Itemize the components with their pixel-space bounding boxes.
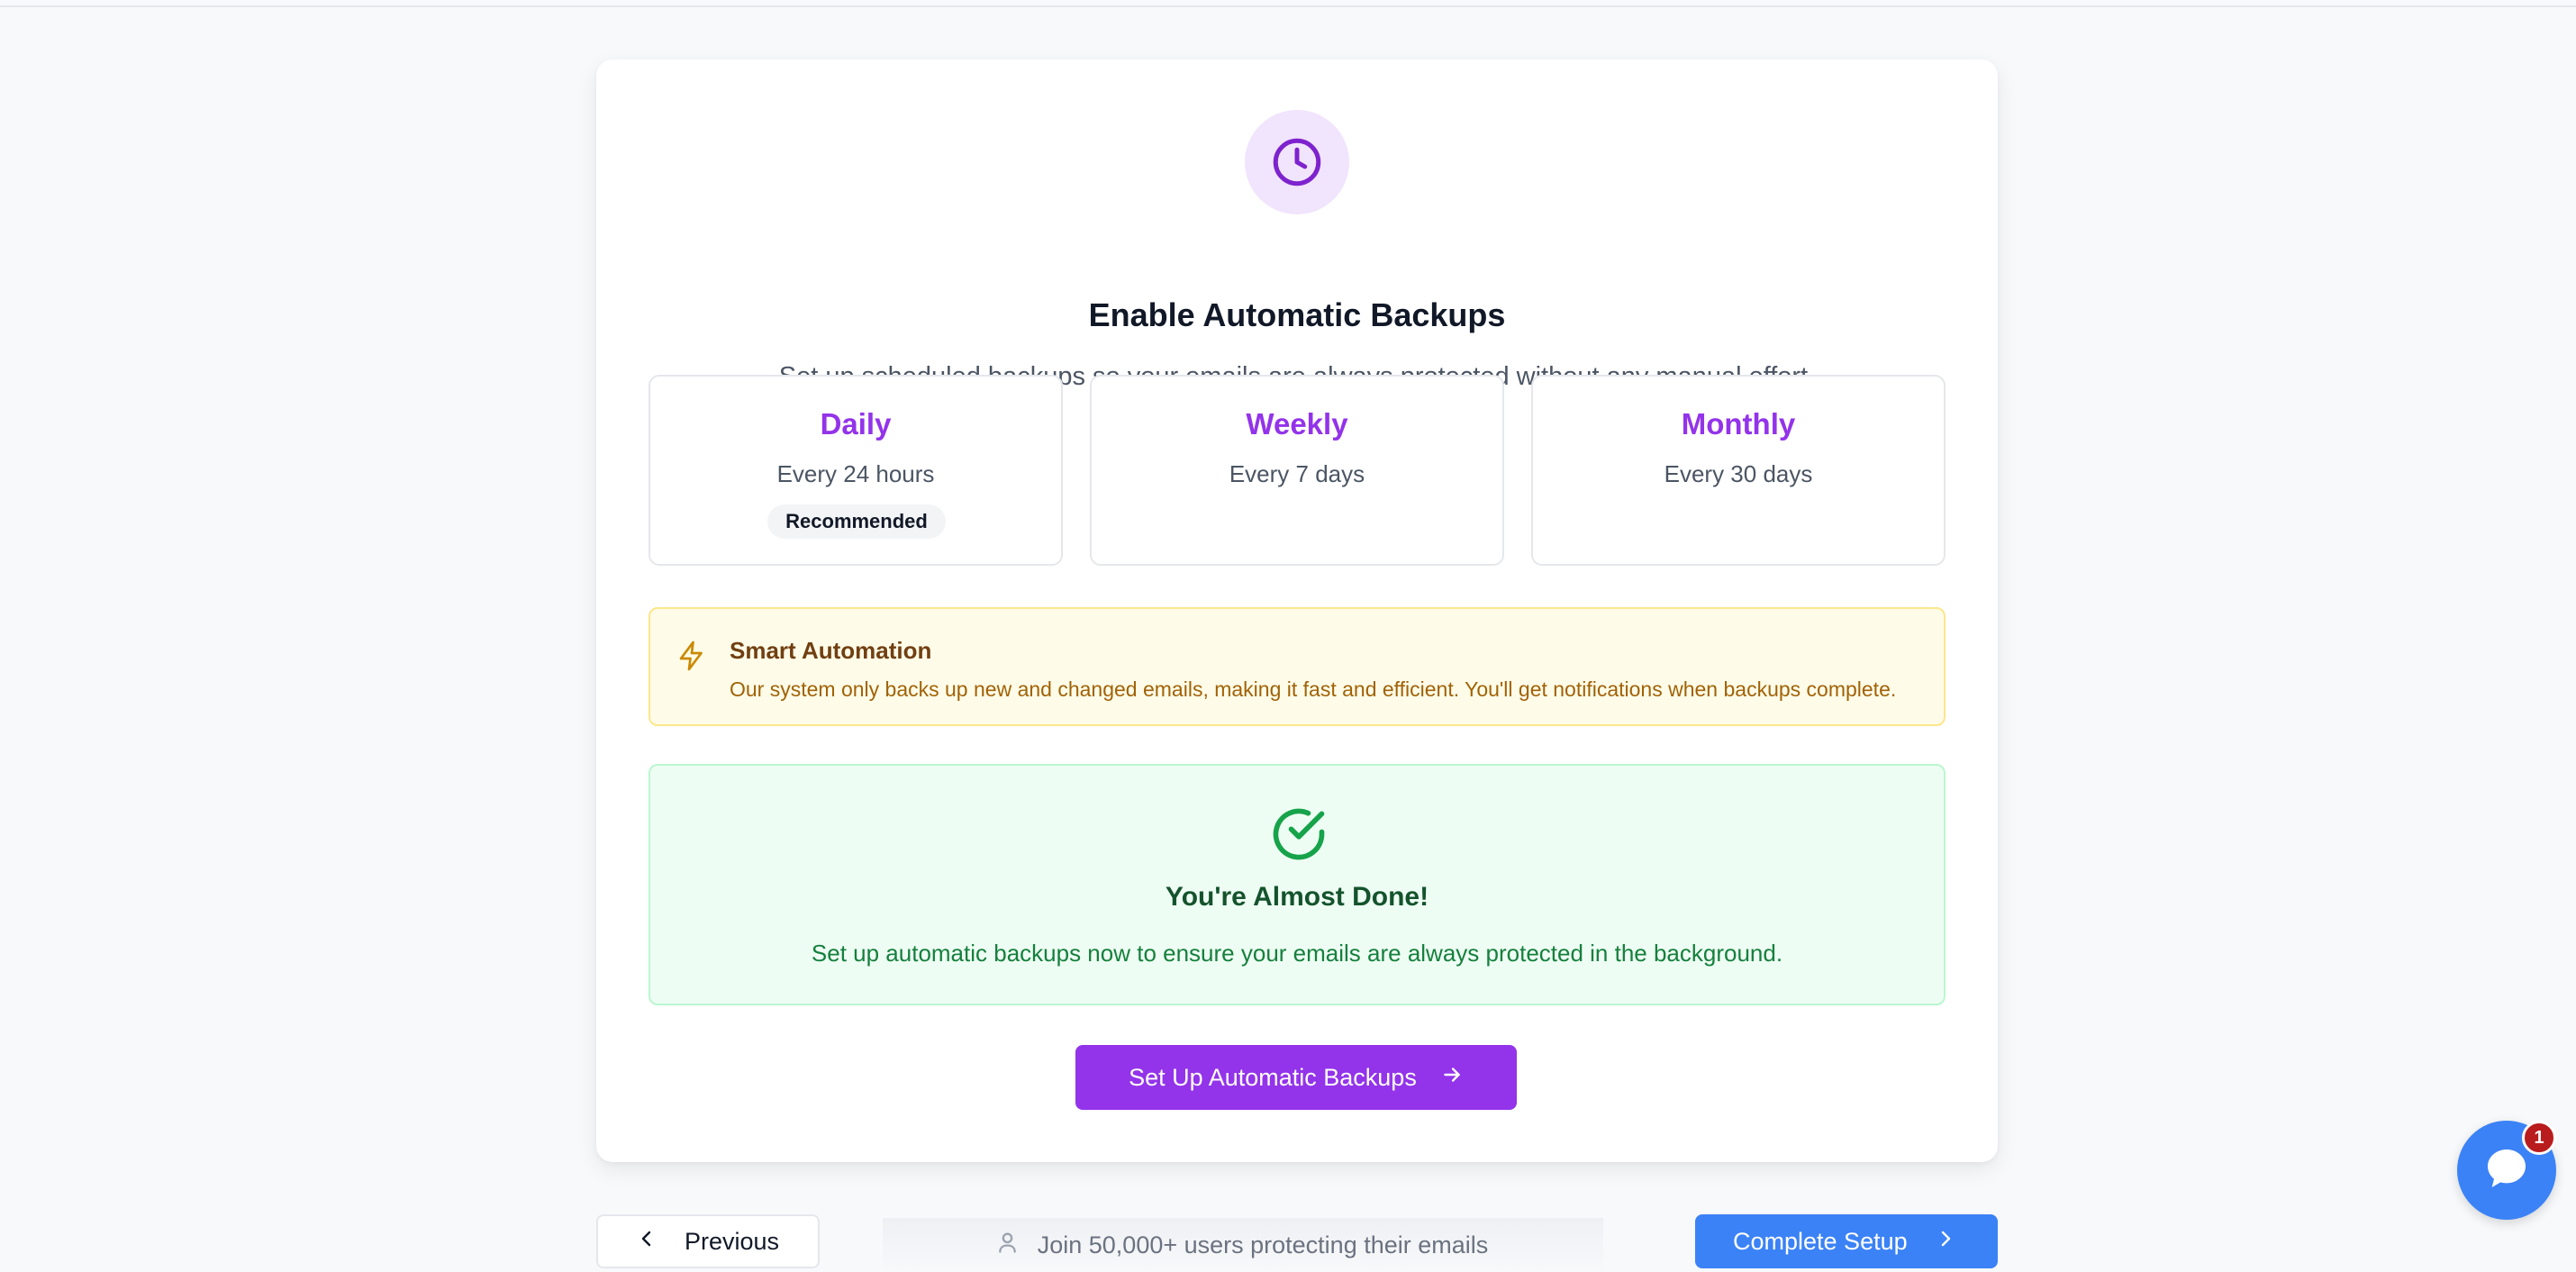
lightning-icon — [676, 640, 708, 672]
chevron-right-icon — [1935, 1228, 1956, 1256]
complete-setup-label: Complete Setup — [1733, 1227, 1908, 1255]
notice-title: Smart Automation — [730, 637, 932, 664]
recommended-badge: Recommended — [767, 504, 946, 539]
social-proof-text: Join 50,000+ users protecting their emai… — [1037, 1231, 1489, 1258]
clock-icon — [1245, 110, 1349, 214]
arrow-right-icon — [1440, 1063, 1464, 1093]
previous-label: Previous — [685, 1227, 780, 1255]
page-title: Enable Automatic Backups — [1088, 296, 1506, 333]
frequency-option-daily[interactable]: Daily Every 24 hours Recommended — [649, 375, 1063, 566]
social-proof: Join 50,000+ users protecting their emai… — [883, 1218, 1603, 1272]
frequency-name: Daily — [820, 407, 892, 441]
complete-setup-button[interactable]: Complete Setup — [1695, 1214, 1998, 1268]
almost-done-panel: You're Almost Done! Set up automatic bac… — [649, 764, 1946, 1005]
frequency-name: Weekly — [1246, 407, 1348, 441]
frequency-option-weekly[interactable]: Weekly Every 7 days — [1090, 375, 1504, 566]
setup-automatic-backups-button[interactable]: Set Up Automatic Backups — [1075, 1045, 1517, 1110]
previous-button[interactable]: Previous — [596, 1214, 820, 1268]
notice-text: Our system only backs up new and changed… — [730, 677, 1897, 701]
smart-automation-notice: Smart Automation Our system only backs u… — [649, 607, 1946, 726]
top-divider — [0, 0, 2576, 7]
frequency-name: Monthly — [1681, 407, 1796, 441]
done-text: Set up automatic backups now to ensure y… — [811, 940, 1783, 967]
chat-bubble-icon — [2481, 1143, 2532, 1198]
frequency-description: Every 24 hours — [776, 460, 935, 487]
frequency-option-monthly[interactable]: Monthly Every 30 days — [1531, 375, 1946, 566]
users-icon — [998, 1230, 1023, 1261]
done-title: You're Almost Done! — [1165, 882, 1429, 912]
check-circle-icon — [1268, 804, 1329, 865]
frequency-description: Every 30 days — [1664, 460, 1813, 487]
unread-count-badge: 1 — [2522, 1121, 2556, 1155]
frequency-description: Every 7 days — [1229, 460, 1365, 487]
cta-label: Set Up Automatic Backups — [1129, 1063, 1417, 1091]
chevron-left-icon — [636, 1228, 658, 1256]
backup-setup-card: Enable Automatic Backups Set up schedule… — [596, 59, 1998, 1162]
